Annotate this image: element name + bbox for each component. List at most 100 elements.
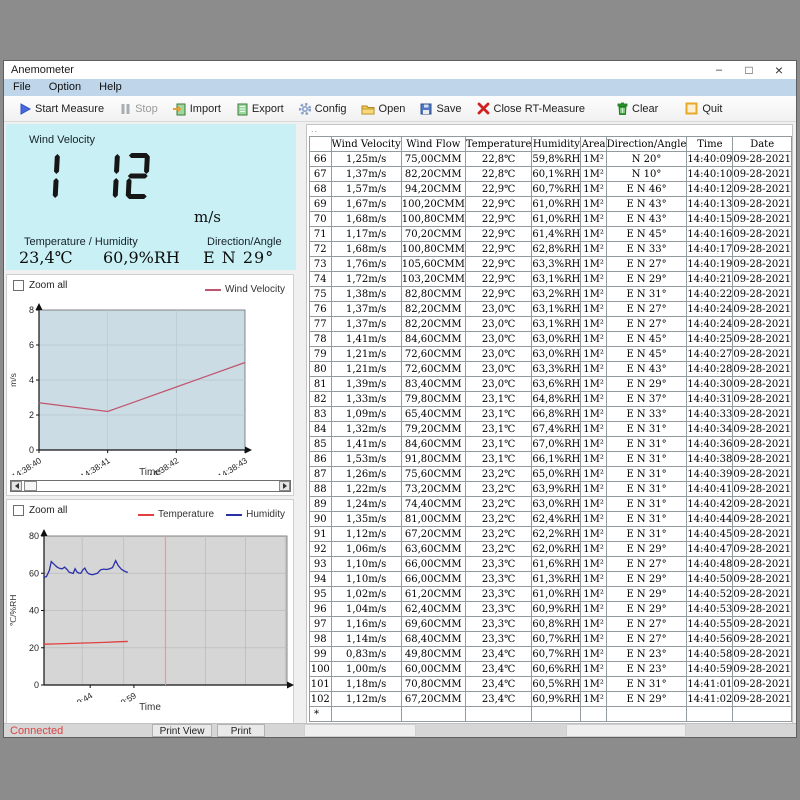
table-row[interactable]: 721,68m/s100,80CMM22,9℃62,8%RH1M²E N 33°… [310, 242, 792, 257]
data-cell[interactable]: 63,1%RH [532, 272, 581, 287]
data-cell[interactable]: 60,00CMM [401, 662, 465, 677]
row-number-cell[interactable]: 86 [310, 452, 332, 467]
data-cell[interactable]: E N 31° [606, 497, 687, 512]
data-cell[interactable]: 14:40:09 [687, 152, 733, 167]
data-cell[interactable]: 66,8%RH [532, 407, 581, 422]
table-row[interactable]: 841,32m/s79,20CMM23,1℃67,4%RH1M²E N 31°1… [310, 422, 792, 437]
data-cell[interactable]: 1M² [581, 497, 606, 512]
data-cell[interactable]: 1,76m/s [331, 257, 401, 272]
data-cell[interactable]: 23,1℃ [465, 422, 532, 437]
data-cell[interactable]: 09-28-2021 [733, 242, 792, 257]
data-cell[interactable]: 23,3℃ [465, 557, 532, 572]
data-cell[interactable]: 14:40:39 [687, 467, 733, 482]
data-cell[interactable]: E N 46° [606, 182, 687, 197]
data-cell[interactable]: 1,18m/s [331, 677, 401, 692]
data-cell[interactable]: 63,3%RH [532, 257, 581, 272]
data-cell[interactable]: 63,0%RH [532, 332, 581, 347]
print-view-button[interactable]: Print View [152, 724, 212, 737]
data-cell[interactable]: 49,80CMM [401, 647, 465, 662]
data-cell[interactable]: E N 31° [606, 422, 687, 437]
table-row[interactable]: 831,09m/s65,40CMM23,1℃66,8%RH1M²E N 33°1… [310, 407, 792, 422]
config-button[interactable]: Config [298, 102, 347, 116]
data-cell[interactable]: 14:40:12 [687, 182, 733, 197]
data-cell[interactable]: 1,25m/s [331, 152, 401, 167]
data-cell[interactable]: 60,8%RH [532, 617, 581, 632]
data-cell[interactable]: 09-28-2021 [733, 677, 792, 692]
data-cell[interactable]: 09-28-2021 [733, 557, 792, 572]
row-number-cell[interactable]: 73 [310, 257, 332, 272]
data-cell[interactable]: 09-28-2021 [733, 632, 792, 647]
table-row[interactable]: 921,06m/s63,60CMM23,2℃62,0%RH1M²E N 29°1… [310, 542, 792, 557]
table-row[interactable]: 661,25m/s75,00CMM22,8℃59,8%RH1M²N 20°14:… [310, 152, 792, 167]
data-cell[interactable]: 1M² [581, 287, 606, 302]
data-cell[interactable]: 1M² [581, 347, 606, 362]
row-number-cell[interactable]: 83 [310, 407, 332, 422]
data-cell[interactable]: 60,9%RH [532, 602, 581, 617]
data-cell[interactable]: 1,53m/s [331, 452, 401, 467]
data-cell[interactable]: 63,1%RH [532, 317, 581, 332]
close-rt-measure-button[interactable]: Close RT-Measure [476, 101, 586, 116]
zoom-all-checkbox-1[interactable] [13, 280, 24, 291]
data-cell[interactable]: 1M² [581, 377, 606, 392]
data-cell[interactable]: E N 31° [606, 677, 687, 692]
data-cell[interactable]: 14:40:59 [687, 662, 733, 677]
data-cell[interactable]: 1M² [581, 587, 606, 602]
data-cell[interactable]: 14:40:10 [687, 167, 733, 182]
data-cell[interactable]: 23,3℃ [465, 572, 532, 587]
data-cell[interactable]: 67,0%RH [532, 437, 581, 452]
column-header[interactable]: Time [687, 137, 733, 152]
data-cell[interactable]: 82,80CMM [401, 287, 465, 302]
data-cell[interactable]: E N 45° [606, 227, 687, 242]
data-cell[interactable]: 61,0%RH [532, 197, 581, 212]
data-cell[interactable]: 1,10m/s [331, 557, 401, 572]
data-cell[interactable]: 14:40:34 [687, 422, 733, 437]
data-cell[interactable]: 1,41m/s [331, 332, 401, 347]
row-number-cell[interactable]: 80 [310, 362, 332, 377]
data-cell[interactable]: 1M² [581, 527, 606, 542]
data-cell[interactable]: 67,4%RH [532, 422, 581, 437]
data-cell[interactable]: 82,20CMM [401, 167, 465, 182]
data-cell[interactable]: 62,40CMM [401, 602, 465, 617]
data-cell[interactable]: 79,20CMM [401, 422, 465, 437]
table-row[interactable]: 990,83m/s49,80CMM23,4℃60,7%RH1M²E N 23°1… [310, 647, 792, 662]
row-number-cell[interactable]: 66 [310, 152, 332, 167]
data-cell[interactable]: 23,3℃ [465, 632, 532, 647]
data-cell[interactable]: 66,00CMM [401, 572, 465, 587]
data-cell[interactable]: 1M² [581, 197, 606, 212]
data-cell[interactable]: 60,5%RH [532, 677, 581, 692]
table-row[interactable]: 771,37m/s82,20CMM23,0℃63,1%RH1M²E N 27°1… [310, 317, 792, 332]
data-cell[interactable]: 1M² [581, 452, 606, 467]
data-cell[interactable]: 1M² [581, 257, 606, 272]
data-cell[interactable]: 1,12m/s [331, 692, 401, 707]
data-cell[interactable]: 1,02m/s [331, 587, 401, 602]
data-cell[interactable]: 09-28-2021 [733, 377, 792, 392]
data-cell[interactable] [532, 707, 581, 722]
data-cell[interactable]: 09-28-2021 [733, 617, 792, 632]
data-cell[interactable]: 09-28-2021 [733, 542, 792, 557]
data-cell[interactable]: 1M² [581, 647, 606, 662]
data-cell[interactable]: 60,9%RH [532, 692, 581, 707]
data-cell[interactable]: 1M² [581, 242, 606, 257]
data-cell[interactable]: 09-28-2021 [733, 212, 792, 227]
row-number-cell[interactable]: 101 [310, 677, 332, 692]
data-cell[interactable]: 23,3℃ [465, 602, 532, 617]
data-cell[interactable]: 91,80CMM [401, 452, 465, 467]
data-cell[interactable]: 1M² [581, 557, 606, 572]
data-cell[interactable]: 09-28-2021 [733, 347, 792, 362]
data-cell[interactable]: 09-28-2021 [733, 407, 792, 422]
table-row[interactable]: 911,12m/s67,20CMM23,2℃62,2%RH1M²E N 31°1… [310, 527, 792, 542]
menu-help[interactable]: Help [90, 79, 131, 96]
data-cell[interactable]: E N 31° [606, 482, 687, 497]
table-row[interactable]: 1021,12m/s67,20CMM23,4℃60,9%RH1M²E N 29°… [310, 692, 792, 707]
data-cell[interactable]: 67,20CMM [401, 692, 465, 707]
data-cell[interactable]: E N 29° [606, 377, 687, 392]
data-cell[interactable]: 09-28-2021 [733, 152, 792, 167]
data-cell[interactable]: 23,2℃ [465, 527, 532, 542]
data-cell[interactable]: 1,06m/s [331, 542, 401, 557]
data-cell[interactable]: E N 31° [606, 512, 687, 527]
data-cell[interactable]: 09-28-2021 [733, 692, 792, 707]
row-number-cell[interactable]: 88 [310, 482, 332, 497]
data-cell[interactable]: 67,20CMM [401, 527, 465, 542]
data-cell[interactable]: E N 27° [606, 617, 687, 632]
data-cell[interactable]: 22,9℃ [465, 182, 532, 197]
